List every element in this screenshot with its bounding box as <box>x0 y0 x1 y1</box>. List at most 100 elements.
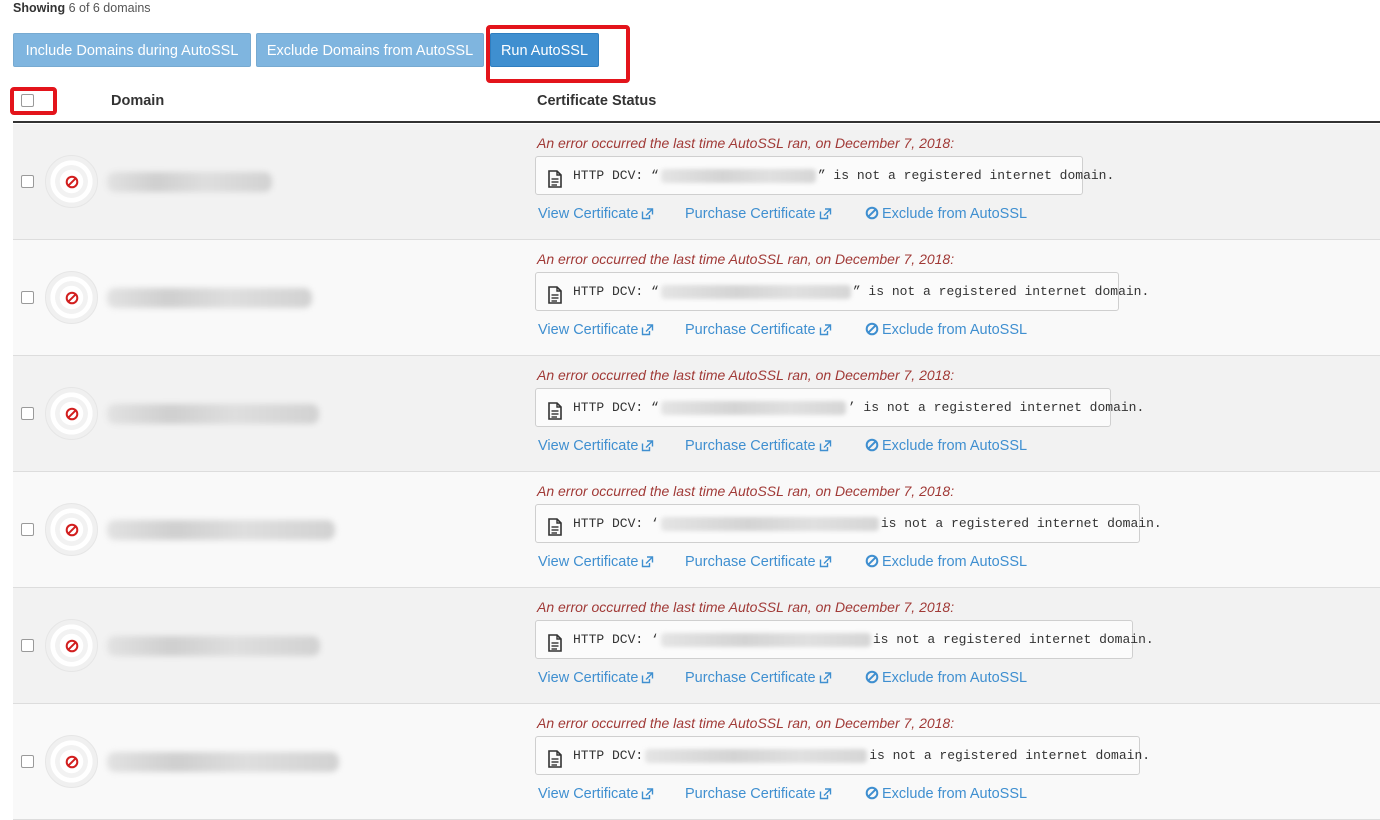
select-all-checkbox[interactable] <box>21 94 34 107</box>
purchase-certificate-link[interactable]: Purchase Certificate <box>685 322 832 338</box>
ban-icon <box>862 438 879 454</box>
dcv-error-box: HTTP DCV: “ ” is not a registered interne… <box>535 156 1114 195</box>
table-header: Domain Certificate Status <box>13 86 1380 123</box>
domain-name-redacted <box>107 172 272 192</box>
file-text-icon <box>548 746 562 783</box>
table-row: An error occurred the last time AutoSSL … <box>13 356 1380 472</box>
purchase-certificate-label: Purchase Certificate <box>685 554 816 570</box>
exclude-from-autossl-link[interactable]: Exclude from AutoSSL <box>862 670 1027 686</box>
row-checkbox[interactable] <box>21 639 34 652</box>
dcv-prefix: HTTP DCV: <box>573 748 644 763</box>
external-link-icon <box>816 206 832 222</box>
external-link-icon <box>816 438 832 454</box>
view-certificate-label: View Certificate <box>538 670 639 686</box>
purchase-certificate-link[interactable]: Purchase Certificate <box>685 438 832 454</box>
view-certificate-label: View Certificate <box>538 786 639 802</box>
status-indicator <box>45 387 98 440</box>
external-link-icon <box>638 438 654 454</box>
view-certificate-link[interactable]: View Certificate <box>538 206 654 222</box>
table-row: An error occurred the last time AutoSSL … <box>13 704 1380 820</box>
dcv-suffix: ’ is not a registered internet domain. <box>847 400 1145 415</box>
exclude-from-autossl-label: Exclude from AutoSSL <box>882 322 1028 338</box>
domain-name-redacted <box>107 288 312 308</box>
domain-name-redacted <box>107 404 319 424</box>
purchase-certificate-label: Purchase Certificate <box>685 670 816 686</box>
exclude-from-autossl-label: Exclude from AutoSSL <box>882 206 1028 222</box>
row-checkbox[interactable] <box>21 523 34 536</box>
table-row: An error occurred the last time AutoSSL … <box>13 472 1380 588</box>
external-link-icon <box>638 554 654 570</box>
external-link-icon <box>638 206 654 222</box>
file-text-icon <box>548 514 562 551</box>
include-domains-button[interactable]: Include Domains during AutoSSL <box>13 33 251 67</box>
file-text-icon <box>548 282 562 319</box>
dcv-suffix: is not a registered internet domain. <box>880 516 1162 531</box>
dcv-prefix: HTTP DCV: “ <box>573 168 659 183</box>
view-certificate-label: View Certificate <box>538 206 639 222</box>
run-autossl-button[interactable]: Run AutoSSL <box>490 33 599 67</box>
view-certificate-label: View Certificate <box>538 322 639 338</box>
status-indicator <box>45 503 98 556</box>
dcv-domain-redacted <box>660 284 851 299</box>
table-row: An error occurred the last time AutoSSL … <box>13 588 1380 704</box>
purchase-certificate-label: Purchase Certificate <box>685 322 816 338</box>
row-checkbox[interactable] <box>21 407 34 420</box>
summary-count: 6 of 6 domains <box>68 1 151 15</box>
file-text-icon <box>548 630 562 667</box>
view-certificate-link[interactable]: View Certificate <box>538 554 654 570</box>
status-indicator <box>45 155 98 208</box>
exclude-from-autossl-link[interactable]: Exclude from AutoSSL <box>862 438 1027 454</box>
exclude-from-autossl-label: Exclude from AutoSSL <box>882 786 1028 802</box>
status-indicator <box>45 271 98 324</box>
dcv-domain-redacted <box>660 400 846 415</box>
domain-name-redacted <box>107 636 320 656</box>
row-checkbox[interactable] <box>21 175 34 188</box>
dcv-domain-redacted <box>660 516 879 531</box>
dcv-prefix: HTTP DCV: ‘ <box>573 632 659 647</box>
purchase-certificate-link[interactable]: Purchase Certificate <box>685 206 832 222</box>
dcv-suffix: ” is not a registered internet domain. <box>852 284 1150 299</box>
ban-icon <box>862 554 879 570</box>
external-link-icon <box>816 322 832 338</box>
external-link-icon <box>638 670 654 686</box>
autossl-error-message: An error occurred the last time AutoSSL … <box>537 599 955 615</box>
view-certificate-link[interactable]: View Certificate <box>538 786 654 802</box>
purchase-certificate-label: Purchase Certificate <box>685 786 816 802</box>
exclude-domains-button[interactable]: Exclude Domains from AutoSSL <box>256 33 484 67</box>
dcv-suffix: is not a registered internet domain. <box>872 632 1154 647</box>
autossl-error-message: An error occurred the last time AutoSSL … <box>537 715 955 731</box>
exclude-from-autossl-link[interactable]: Exclude from AutoSSL <box>862 206 1027 222</box>
view-certificate-link[interactable]: View Certificate <box>538 438 654 454</box>
table-row: An error occurred the last time AutoSSL … <box>13 240 1380 356</box>
domain-name-redacted <box>107 520 335 540</box>
purchase-certificate-link[interactable]: Purchase Certificate <box>685 786 832 802</box>
row-checkbox[interactable] <box>21 755 34 768</box>
summary-label: Showing <box>13 1 66 15</box>
autossl-error-message: An error occurred the last time AutoSSL … <box>537 135 955 151</box>
external-link-icon <box>816 786 832 802</box>
dcv-error-box: HTTP DCV: ‘ is not a registered internet … <box>535 620 1154 659</box>
dcv-prefix: HTTP DCV: “ <box>573 284 659 299</box>
exclude-from-autossl-link[interactable]: Exclude from AutoSSL <box>862 554 1027 570</box>
ban-icon <box>862 322 879 338</box>
purchase-certificate-link[interactable]: Purchase Certificate <box>685 670 832 686</box>
row-checkbox[interactable] <box>21 291 34 304</box>
purchase-certificate-link[interactable]: Purchase Certificate <box>685 554 832 570</box>
view-certificate-label: View Certificate <box>538 438 639 454</box>
autossl-error-message: An error occurred the last time AutoSSL … <box>537 367 955 383</box>
exclude-from-autossl-label: Exclude from AutoSSL <box>882 554 1028 570</box>
file-text-icon <box>548 398 562 435</box>
external-link-icon <box>816 554 832 570</box>
ban-icon <box>862 786 879 802</box>
dcv-domain-redacted <box>660 632 871 647</box>
view-certificate-link[interactable]: View Certificate <box>538 322 654 338</box>
external-link-icon <box>638 322 654 338</box>
dcv-domain-redacted <box>660 168 816 183</box>
dcv-error-box: HTTP DCV: ‘ is not a registered internet … <box>535 504 1162 543</box>
status-indicator <box>45 619 98 672</box>
dcv-prefix: HTTP DCV: “ <box>573 400 659 415</box>
exclude-from-autossl-link[interactable]: Exclude from AutoSSL <box>862 786 1027 802</box>
exclude-from-autossl-link[interactable]: Exclude from AutoSSL <box>862 322 1027 338</box>
view-certificate-link[interactable]: View Certificate <box>538 670 654 686</box>
exclude-from-autossl-label: Exclude from AutoSSL <box>882 438 1028 454</box>
